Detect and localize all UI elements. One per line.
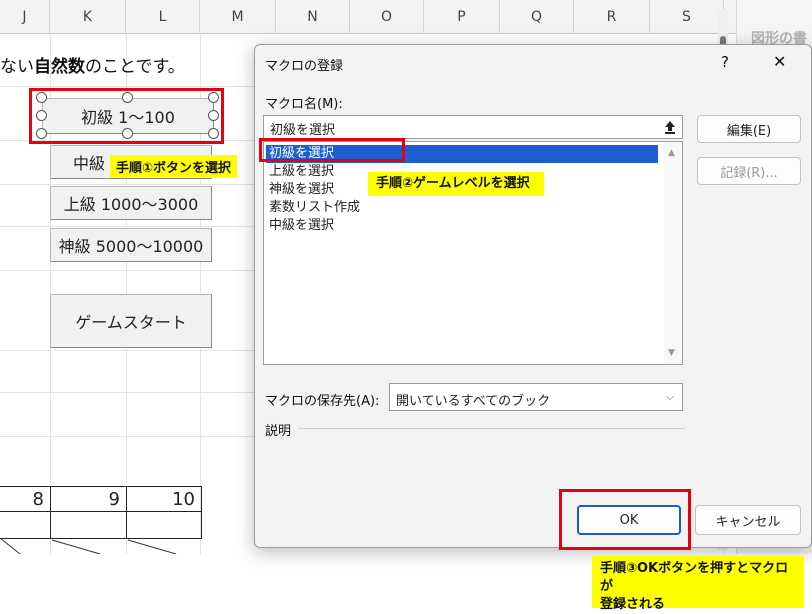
column-header-n[interactable]: N [276, 0, 350, 34]
column-header-bar: J K L M N O P Q R S [0, 0, 812, 34]
column-header-r[interactable]: R [574, 0, 650, 34]
edit-button[interactable]: 編集(E) [697, 115, 801, 143]
cancel-button[interactable]: キャンセル [695, 505, 801, 535]
column-header-m[interactable]: M [200, 0, 276, 34]
column-header-s[interactable]: S [650, 0, 724, 34]
table-cell: 9 [50, 486, 127, 512]
column-header-l[interactable]: L [126, 0, 200, 34]
step1-highlight-box [29, 88, 224, 144]
number-table: 8 9 10 [0, 486, 202, 554]
column-header-p[interactable]: P [424, 0, 500, 34]
step2-highlight-box [259, 138, 405, 162]
macro-location-select[interactable]: 開いているすべてのブック [389, 383, 683, 411]
chevron-down-icon[interactable]: ⌵ [659, 385, 681, 409]
sentence-suffix: のことです。 [85, 57, 185, 77]
record-button[interactable]: 記録(R)... [697, 157, 801, 185]
macro-name-label: マクロ名(M): [265, 97, 343, 112]
step3-callout-line2: 登録される [600, 597, 666, 612]
step2-callout: 手順②ゲームレベルを選択 [368, 172, 544, 196]
scroll-down-icon[interactable]: ▼ [668, 348, 675, 358]
god-level-button[interactable]: 神級 5000〜10000 [50, 228, 212, 262]
dialog-title: マクロの登録 [265, 59, 344, 74]
table-cell [50, 511, 127, 539]
list-scrollbar[interactable]: ▲ ▼ [664, 142, 682, 364]
cell-sentence: ない自然数のことです。 [0, 52, 185, 77]
step1-callout: 手順①ボタンを選択 [110, 155, 238, 178]
table-cell [126, 511, 202, 539]
table-cell: 10 [126, 486, 202, 512]
step3-callout: 手順③OKボタンを押すとマクロが 登録される [592, 556, 804, 612]
collapse-arrow-icon[interactable] [658, 116, 682, 138]
column-header-q[interactable]: Q [500, 0, 574, 34]
macro-list-item[interactable]: 素数リスト作成 [266, 199, 658, 217]
table-cell: 8 [0, 486, 51, 512]
close-icon[interactable]: ✕ [773, 52, 786, 71]
description-label: 説明 [265, 424, 292, 439]
help-icon[interactable]: ? [721, 53, 729, 71]
game-start-button[interactable]: ゲームスタート [50, 294, 212, 348]
assign-macro-dialog: マクロの登録 ? ✕ マクロ名(M): 初級を選択 初級を選択 上級を選択 神級… [254, 44, 812, 548]
column-header-j[interactable]: J [0, 0, 50, 34]
macro-name-input[interactable]: 初級を選択 [263, 115, 683, 139]
macro-location-label: マクロの保存先(A): [265, 394, 380, 409]
macro-list-item[interactable]: 中級を選択 [266, 217, 658, 235]
sentence-bold: 自然数 [34, 57, 85, 77]
description-divider [299, 428, 685, 429]
advanced-level-button[interactable]: 上級 1000〜3000 [50, 186, 212, 220]
table-cell [0, 511, 51, 539]
dialog-titlebar[interactable]: マクロの登録 ? ✕ [255, 45, 811, 81]
column-header-o[interactable]: O [350, 0, 424, 34]
diagonal-cell-lines [0, 538, 177, 554]
column-header-k[interactable]: K [50, 0, 126, 34]
step3-callout-line1: 手順③OKボタンを押すとマクロが [600, 561, 789, 594]
scroll-up-icon[interactable]: ▲ [668, 148, 675, 158]
sentence-prefix: ない [0, 57, 34, 77]
step3-highlight-box [559, 489, 691, 550]
